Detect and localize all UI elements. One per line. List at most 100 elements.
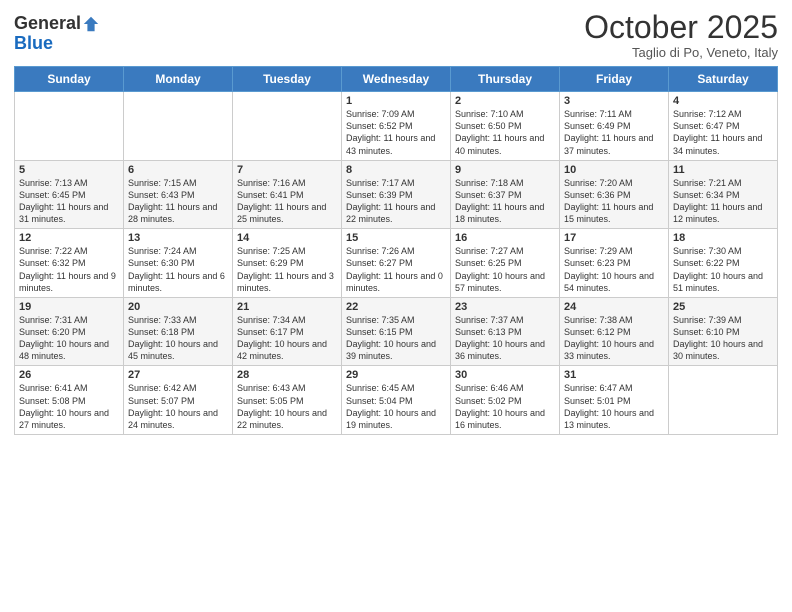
day-info: Sunrise: 6:43 AMSunset: 5:05 PMDaylight:… [237,382,337,431]
day-number: 21 [237,301,337,313]
calendar-cell: 12Sunrise: 7:22 AMSunset: 6:32 PMDayligh… [15,229,124,298]
calendar-cell: 5Sunrise: 7:13 AMSunset: 6:45 PMDaylight… [15,160,124,229]
day-info: Sunrise: 7:25 AMSunset: 6:29 PMDaylight:… [237,245,337,294]
weekday-header-tuesday: Tuesday [233,67,342,92]
calendar-cell: 20Sunrise: 7:33 AMSunset: 6:18 PMDayligh… [124,297,233,366]
week-row-4: 19Sunrise: 7:31 AMSunset: 6:20 PMDayligh… [15,297,778,366]
calendar-cell: 2Sunrise: 7:10 AMSunset: 6:50 PMDaylight… [451,92,560,161]
day-number: 2 [455,95,555,107]
weekday-header-monday: Monday [124,67,233,92]
weekday-header-thursday: Thursday [451,67,560,92]
day-number: 19 [19,301,119,313]
calendar-cell [669,366,778,435]
calendar-cell: 4Sunrise: 7:12 AMSunset: 6:47 PMDaylight… [669,92,778,161]
day-number: 14 [237,232,337,244]
day-number: 22 [346,301,446,313]
calendar-cell: 1Sunrise: 7:09 AMSunset: 6:52 PMDaylight… [342,92,451,161]
day-info: Sunrise: 7:37 AMSunset: 6:13 PMDaylight:… [455,314,555,363]
day-info: Sunrise: 7:15 AMSunset: 6:43 PMDaylight:… [128,177,228,226]
day-info: Sunrise: 7:21 AMSunset: 6:34 PMDaylight:… [673,177,773,226]
logo-blue: Blue [14,33,53,53]
day-info: Sunrise: 7:30 AMSunset: 6:22 PMDaylight:… [673,245,773,294]
day-info: Sunrise: 6:42 AMSunset: 5:07 PMDaylight:… [128,382,228,431]
day-number: 25 [673,301,773,313]
day-info: Sunrise: 7:34 AMSunset: 6:17 PMDaylight:… [237,314,337,363]
day-info: Sunrise: 7:35 AMSunset: 6:15 PMDaylight:… [346,314,446,363]
day-number: 18 [673,232,773,244]
day-info: Sunrise: 7:31 AMSunset: 6:20 PMDaylight:… [19,314,119,363]
location-subtitle: Taglio di Po, Veneto, Italy [584,45,778,60]
calendar-cell: 27Sunrise: 6:42 AMSunset: 5:07 PMDayligh… [124,366,233,435]
day-info: Sunrise: 6:45 AMSunset: 5:04 PMDaylight:… [346,382,446,431]
day-number: 6 [128,164,228,176]
day-number: 31 [564,369,664,381]
calendar-cell: 10Sunrise: 7:20 AMSunset: 6:36 PMDayligh… [560,160,669,229]
weekday-header-wednesday: Wednesday [342,67,451,92]
page-container: General Blue October 2025 Taglio di Po, … [0,0,792,445]
calendar-cell: 6Sunrise: 7:15 AMSunset: 6:43 PMDaylight… [124,160,233,229]
day-info: Sunrise: 7:38 AMSunset: 6:12 PMDaylight:… [564,314,664,363]
day-info: Sunrise: 7:12 AMSunset: 6:47 PMDaylight:… [673,108,773,157]
logo-general: General [14,14,81,34]
calendar-cell: 28Sunrise: 6:43 AMSunset: 5:05 PMDayligh… [233,366,342,435]
day-number: 8 [346,164,446,176]
day-number: 23 [455,301,555,313]
weekday-header-row: SundayMondayTuesdayWednesdayThursdayFrid… [15,67,778,92]
calendar-cell: 19Sunrise: 7:31 AMSunset: 6:20 PMDayligh… [15,297,124,366]
calendar-cell [233,92,342,161]
day-info: Sunrise: 7:27 AMSunset: 6:25 PMDaylight:… [455,245,555,294]
day-info: Sunrise: 7:39 AMSunset: 6:10 PMDaylight:… [673,314,773,363]
calendar-cell: 17Sunrise: 7:29 AMSunset: 6:23 PMDayligh… [560,229,669,298]
title-block: October 2025 Taglio di Po, Veneto, Italy [584,10,778,60]
weekday-header-friday: Friday [560,67,669,92]
week-row-2: 5Sunrise: 7:13 AMSunset: 6:45 PMDaylight… [15,160,778,229]
day-number: 3 [564,95,664,107]
calendar-cell: 18Sunrise: 7:30 AMSunset: 6:22 PMDayligh… [669,229,778,298]
calendar-cell: 26Sunrise: 6:41 AMSunset: 5:08 PMDayligh… [15,366,124,435]
calendar-cell: 31Sunrise: 6:47 AMSunset: 5:01 PMDayligh… [560,366,669,435]
day-number: 20 [128,301,228,313]
calendar-cell: 29Sunrise: 6:45 AMSunset: 5:04 PMDayligh… [342,366,451,435]
calendar-cell: 21Sunrise: 7:34 AMSunset: 6:17 PMDayligh… [233,297,342,366]
logo: General Blue [14,14,100,54]
day-info: Sunrise: 7:29 AMSunset: 6:23 PMDaylight:… [564,245,664,294]
calendar-cell: 22Sunrise: 7:35 AMSunset: 6:15 PMDayligh… [342,297,451,366]
day-info: Sunrise: 6:41 AMSunset: 5:08 PMDaylight:… [19,382,119,431]
day-number: 12 [19,232,119,244]
day-info: Sunrise: 7:33 AMSunset: 6:18 PMDaylight:… [128,314,228,363]
day-info: Sunrise: 7:17 AMSunset: 6:39 PMDaylight:… [346,177,446,226]
calendar-cell: 9Sunrise: 7:18 AMSunset: 6:37 PMDaylight… [451,160,560,229]
calendar-cell: 25Sunrise: 7:39 AMSunset: 6:10 PMDayligh… [669,297,778,366]
day-number: 10 [564,164,664,176]
day-number: 30 [455,369,555,381]
logo-icon [82,15,100,33]
day-number: 26 [19,369,119,381]
day-info: Sunrise: 6:47 AMSunset: 5:01 PMDaylight:… [564,382,664,431]
day-number: 7 [237,164,337,176]
calendar-cell: 24Sunrise: 7:38 AMSunset: 6:12 PMDayligh… [560,297,669,366]
day-number: 9 [455,164,555,176]
day-number: 24 [564,301,664,313]
day-number: 27 [128,369,228,381]
day-info: Sunrise: 7:16 AMSunset: 6:41 PMDaylight:… [237,177,337,226]
day-number: 28 [237,369,337,381]
calendar-cell: 23Sunrise: 7:37 AMSunset: 6:13 PMDayligh… [451,297,560,366]
day-number: 11 [673,164,773,176]
calendar-cell: 3Sunrise: 7:11 AMSunset: 6:49 PMDaylight… [560,92,669,161]
day-number: 1 [346,95,446,107]
weekday-header-sunday: Sunday [15,67,124,92]
day-info: Sunrise: 7:11 AMSunset: 6:49 PMDaylight:… [564,108,664,157]
day-number: 29 [346,369,446,381]
calendar-cell [15,92,124,161]
week-row-5: 26Sunrise: 6:41 AMSunset: 5:08 PMDayligh… [15,366,778,435]
day-number: 15 [346,232,446,244]
calendar-cell: 15Sunrise: 7:26 AMSunset: 6:27 PMDayligh… [342,229,451,298]
calendar-cell: 14Sunrise: 7:25 AMSunset: 6:29 PMDayligh… [233,229,342,298]
week-row-1: 1Sunrise: 7:09 AMSunset: 6:52 PMDaylight… [15,92,778,161]
logo-text: General Blue [14,14,100,54]
day-number: 16 [455,232,555,244]
day-info: Sunrise: 7:24 AMSunset: 6:30 PMDaylight:… [128,245,228,294]
calendar-table: SundayMondayTuesdayWednesdayThursdayFrid… [14,66,778,435]
week-row-3: 12Sunrise: 7:22 AMSunset: 6:32 PMDayligh… [15,229,778,298]
calendar-cell: 30Sunrise: 6:46 AMSunset: 5:02 PMDayligh… [451,366,560,435]
